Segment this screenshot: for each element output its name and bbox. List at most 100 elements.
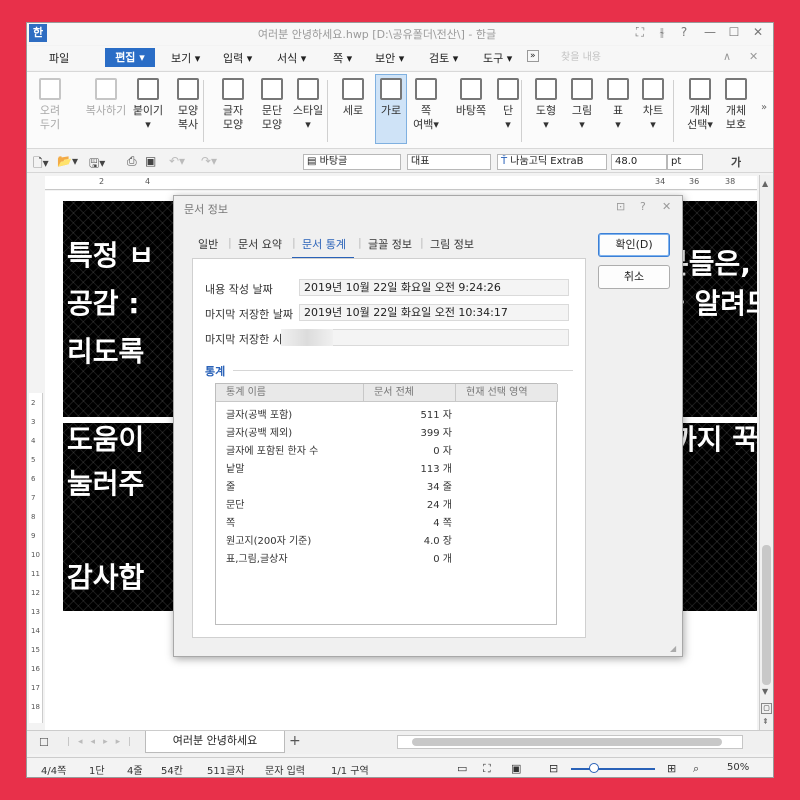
resize-grip-icon[interactable]: ◢ xyxy=(670,644,680,654)
find-input[interactable]: 찾을 내용 xyxy=(557,49,707,66)
help-icon[interactable]: ? xyxy=(675,25,693,39)
col-header-total[interactable]: 문서 전체 xyxy=(364,384,456,402)
ribbon-button-copy[interactable]: 복사하기 xyxy=(83,78,129,118)
dialog-close-icon[interactable]: ✕ xyxy=(662,200,671,213)
vertical-ruler[interactable]: 2 3 4 5 6 7 8 9 10 11 12 13 14 15 16 17 18 xyxy=(29,393,43,723)
table-row[interactable]: 글자에 포함된 한자 수 0 자 xyxy=(216,439,556,458)
menu-review[interactable]: 검토 ▾ xyxy=(429,50,458,66)
ribbon-button-para-shape[interactable]: 문단 모양 xyxy=(257,78,287,132)
new-doc-icon[interactable]: 🗋▾ xyxy=(33,154,49,175)
tab-picture-info[interactable]: 그림 정보 xyxy=(430,236,474,252)
tab-font-info[interactable]: 글꼴 정보 xyxy=(368,236,412,252)
statistics-table[interactable]: 통계 이름 문서 전체 현재 선택 영역 글자(공백 포함) 511 자 글자(공백… xyxy=(215,383,558,625)
scrollbar-thumb[interactable] xyxy=(762,545,771,685)
table-row[interactable]: 표,그림,글상자 0 개 xyxy=(216,547,556,566)
ribbon-button-columns[interactable]: 단 ▾ xyxy=(497,78,519,132)
zoom-slider-thumb[interactable] xyxy=(589,763,599,773)
bold-button[interactable]: 가 xyxy=(731,154,741,170)
font-unit-select[interactable]: pt xyxy=(667,154,703,170)
zoom-in-icon[interactable]: ⊞ xyxy=(667,762,676,775)
collapse-ribbon-icon[interactable]: ∧ xyxy=(723,50,731,63)
ribbon-button-shape[interactable]: 도형 ▾ xyxy=(533,78,559,132)
ribbon-button-margin[interactable]: 쪽 여백▾ xyxy=(413,78,439,132)
view-page-icon[interactable]: ▣ xyxy=(511,762,521,775)
preview-icon[interactable]: ▣ xyxy=(145,154,156,168)
zoom-level[interactable]: 50% xyxy=(727,762,749,773)
ribbon-button-cut[interactable]: 오려 두기 xyxy=(37,78,63,132)
zoom-search-icon[interactable]: ⌕ xyxy=(693,762,699,776)
style-select[interactable]: ▤ 바탕글 xyxy=(303,154,401,170)
layout-icon[interactable]: ⫳ xyxy=(653,25,671,40)
maximize-icon[interactable]: ☐ xyxy=(725,25,743,39)
ribbon-button-landscape[interactable]: 가로 xyxy=(375,74,407,144)
prev-page-icon[interactable]: ⇞ xyxy=(762,717,769,726)
menu-tools[interactable]: 도구 ▾ xyxy=(483,50,512,66)
undo-icon[interactable]: ↶▾ xyxy=(169,154,185,168)
page-view-icon[interactable]: ▢ xyxy=(761,703,772,714)
add-tab-button[interactable]: + xyxy=(289,733,301,749)
col-header-name[interactable]: 통계 이름 xyxy=(216,384,364,402)
table-row[interactable]: 글자(공백 제외) 399 자 xyxy=(216,421,556,440)
menu-insert[interactable]: 입력 ▾ xyxy=(223,50,252,66)
ribbon-button-master-page[interactable]: 바탕쪽 xyxy=(451,78,491,118)
minimize-icon[interactable]: — xyxy=(701,25,719,39)
ribbon-button-style[interactable]: 스타일 ▾ xyxy=(289,78,327,132)
ribbon-button-select-object[interactable]: 개체 선택▾ xyxy=(685,78,715,132)
zoom-slider[interactable] xyxy=(571,768,655,770)
font-size-input[interactable]: 48.0 xyxy=(611,154,667,170)
tab-summary[interactable]: 문서 요약 xyxy=(238,236,282,252)
table-row[interactable]: 문단 24 개 xyxy=(216,493,556,512)
ribbon-button-format-painter[interactable]: 모양 복사 xyxy=(173,78,203,132)
view-fit-icon[interactable]: ⛶ xyxy=(483,762,491,776)
hwp-app-icon[interactable]: 한 xyxy=(29,24,47,42)
tab-list-icon[interactable]: ☐ xyxy=(39,736,49,749)
ribbon-button-paste[interactable]: 붙이기 ▾ xyxy=(131,78,165,132)
ribbon-button-picture[interactable]: 그림 ▾ xyxy=(569,78,595,132)
dialog-view-icon[interactable]: ⊡ xyxy=(616,200,625,213)
ribbon-button-char-shape[interactable]: 글자 모양 xyxy=(219,78,247,132)
language-select[interactable]: 대표 xyxy=(407,154,491,170)
ribbon-more-icon[interactable]: » xyxy=(761,102,767,113)
table-row[interactable]: 낱말 113 개 xyxy=(216,457,556,476)
redo-icon[interactable]: ↷▾ xyxy=(201,154,217,168)
tab-nav-arrows[interactable]: |◂◂▸▸| xyxy=(67,737,139,747)
status-input-mode[interactable]: 문자 입력 xyxy=(265,762,305,777)
close-doc-icon[interactable]: ✕ xyxy=(749,50,758,63)
hscroll-thumb[interactable] xyxy=(412,738,722,746)
tab-statistics[interactable]: 문서 통계 xyxy=(302,236,346,252)
menu-format[interactable]: 서식 ▾ xyxy=(277,50,306,66)
table-row[interactable]: 쪽 4 쪽 xyxy=(216,511,556,530)
table-row[interactable]: 글자(공백 포함) 511 자 xyxy=(216,403,556,422)
scroll-down-icon[interactable]: ▼ xyxy=(762,687,771,696)
zoom-out-icon[interactable]: ⊟ xyxy=(549,762,558,775)
horizontal-scrollbar[interactable] xyxy=(397,735,743,749)
table-row[interactable]: 줄 34 줄 xyxy=(216,475,556,494)
open-doc-icon[interactable]: 📂▾ xyxy=(57,154,78,168)
menu-security[interactable]: 보안 ▾ xyxy=(375,50,404,66)
menu-edit[interactable]: 편집 ▾ xyxy=(105,48,155,67)
menu-file[interactable]: 파일 xyxy=(49,50,69,66)
ribbon-button-chart[interactable]: 차트 ▾ xyxy=(639,78,667,132)
horizontal-ruler[interactable]: 2 4 34 36 38 xyxy=(45,176,757,190)
document-tab[interactable]: 여러분 안녕하세요 xyxy=(145,731,285,753)
font-select[interactable]: Ť 나눔고딕 ExtraB xyxy=(497,154,607,170)
save-icon[interactable]: 🖫▾ xyxy=(89,154,105,175)
menu-more-icon[interactable]: » xyxy=(527,50,539,62)
ribbon-button-portrait[interactable]: 세로 xyxy=(339,78,367,118)
menu-view[interactable]: 보기 ▾ xyxy=(171,50,200,66)
view-normal-icon[interactable]: ▭ xyxy=(457,762,467,775)
dialog-help-icon[interactable]: ? xyxy=(640,200,646,213)
print-icon[interactable]: ⎙ xyxy=(127,154,137,169)
ok-button[interactable]: 확인(D) xyxy=(598,233,670,257)
ribbon-button-table[interactable]: 표 ▾ xyxy=(605,78,631,132)
scroll-up-icon[interactable]: ▲ xyxy=(762,179,771,188)
fullscreen-icon[interactable]: ⛶ xyxy=(631,25,649,40)
table-row[interactable]: 원고지(200자 기준) 4.0 장 xyxy=(216,529,556,548)
menu-page[interactable]: 쪽 ▾ xyxy=(333,50,352,66)
col-header-selection[interactable]: 현재 선택 영역 xyxy=(456,384,558,402)
vertical-scrollbar[interactable]: ▲ ▼ ▢ ⇞ xyxy=(759,175,773,731)
ribbon-button-object-protect[interactable]: 개체 보호 xyxy=(721,78,751,132)
tab-general[interactable]: 일반 xyxy=(198,236,218,252)
close-icon[interactable]: ✕ xyxy=(749,25,767,39)
cancel-button[interactable]: 취소 xyxy=(598,265,670,289)
